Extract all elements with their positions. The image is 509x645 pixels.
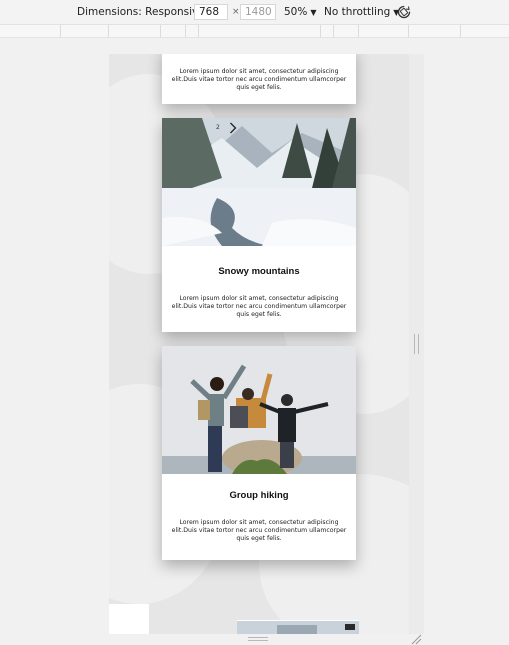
device-viewport[interactable]: Lorem ipsum dolor sit amet, consectetur … (109, 54, 409, 634)
zoom-dropdown[interactable]: 50% ▼ (284, 6, 317, 18)
resize-handle-bottom[interactable] (248, 637, 268, 641)
slide-number: 2 (216, 124, 220, 131)
card-text: Lorem ipsum dolor sit amet, consectetur … (171, 68, 347, 92)
ruler-tick (160, 25, 161, 37)
width-input[interactable]: 768 (194, 4, 228, 20)
card: Group hiking Lorem ipsum dolor sit amet,… (162, 346, 356, 560)
ruler-tick (198, 25, 199, 37)
partial-white-block (109, 604, 149, 634)
partial-card-image (237, 621, 359, 634)
hikers-image (162, 346, 356, 474)
times-sign: × (232, 7, 240, 17)
device-toolbar: Dimensions: Responsive▼ 768 × 1480 50%▼ … (0, 0, 509, 25)
card: Lorem ipsum dolor sit amet, consectetur … (162, 54, 356, 104)
snow-landscape-image (162, 118, 356, 246)
ruler-tick (185, 25, 186, 37)
card-image-snowy-mountains: 2 (162, 118, 356, 246)
ruler-tick (408, 25, 409, 37)
throttling-label: No throttling (324, 6, 391, 18)
rotate-icon[interactable] (396, 4, 412, 20)
ruler-tick (358, 25, 359, 37)
resize-corner-icon[interactable] (411, 634, 422, 645)
card-text: Lorem ipsum dolor sit amet, consectetur … (171, 295, 347, 319)
ruler-tick (60, 25, 61, 37)
card-image-group-hiking (162, 346, 356, 474)
card-partial (237, 620, 359, 634)
card: 2 Snowy mountains Lorem ipsum dolor sit … (162, 118, 356, 332)
throttling-dropdown[interactable]: No throttling ▼ (324, 6, 399, 18)
ruler-tick (108, 25, 109, 37)
dimensions-label: Dimensions: Responsive (77, 6, 205, 18)
height-input[interactable]: 1480 (240, 4, 276, 20)
chevron-right-icon[interactable] (229, 122, 237, 134)
card-title: Group hiking (229, 490, 289, 501)
ruler-tick (320, 25, 321, 37)
media-query-bar[interactable] (0, 25, 509, 38)
resize-handle-right[interactable] (414, 334, 419, 354)
card-title: Snowy mountains (218, 266, 300, 277)
ruler-tick (333, 25, 334, 37)
dropdown-caret-icon: ▼ (310, 8, 317, 17)
ruler-tick (460, 25, 461, 37)
card-text: Lorem ipsum dolor sit amet, consectetur … (171, 519, 347, 543)
zoom-label: 50% (284, 6, 308, 18)
